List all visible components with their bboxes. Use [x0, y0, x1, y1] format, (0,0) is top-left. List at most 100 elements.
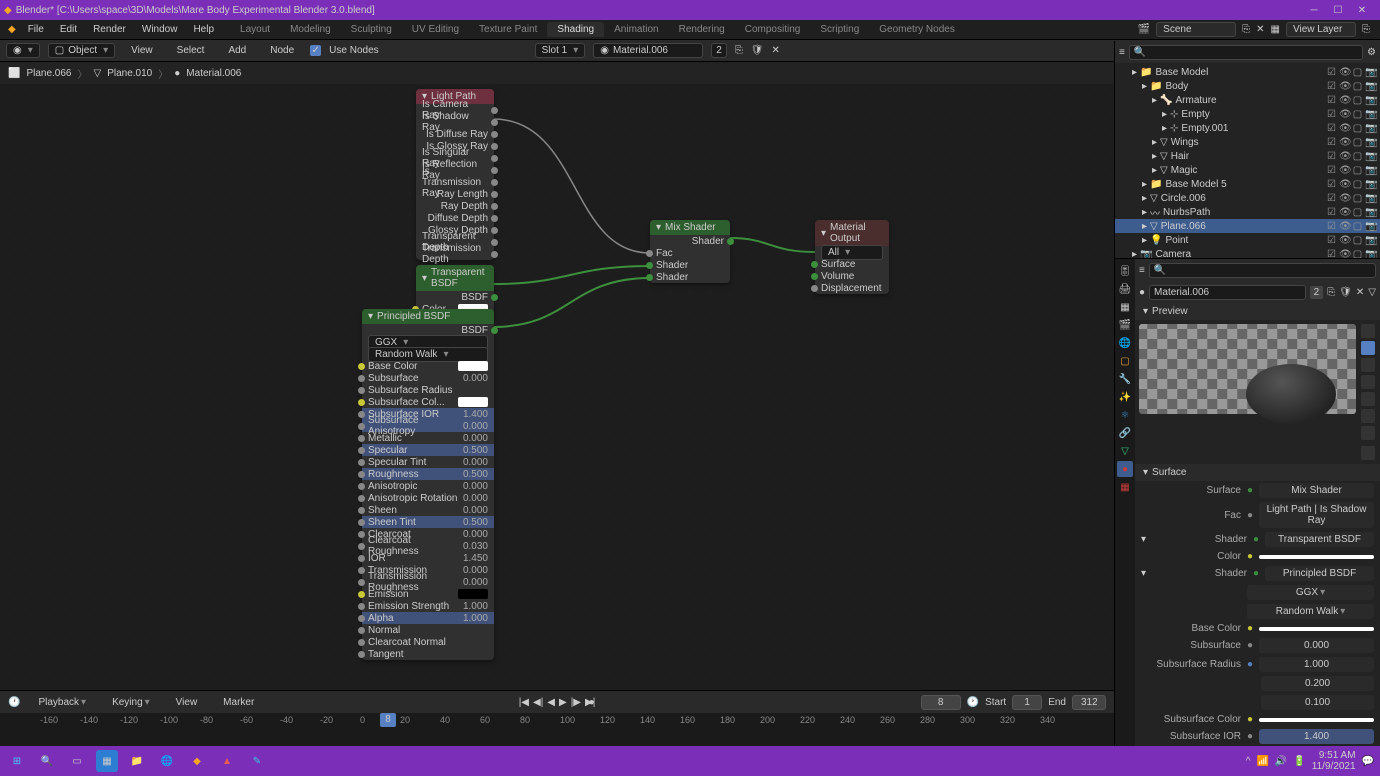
jump-end-icon[interactable]: ▶|: [585, 697, 595, 708]
timeline-playback[interactable]: Playback: [30, 695, 94, 710]
tree-row[interactable]: ▸〰NurbsPath☑👁▢📷: [1115, 205, 1380, 219]
jump-next-icon[interactable]: |▶: [571, 697, 581, 708]
radius-value[interactable]: 0.100: [1261, 695, 1374, 710]
tray-volume-icon[interactable]: 🔊: [1275, 756, 1287, 767]
tray-battery-icon[interactable]: 🔋: [1293, 756, 1305, 767]
bc-item1[interactable]: Plane.010: [107, 68, 152, 79]
param-row[interactable]: Subsurface Col...: [362, 396, 494, 408]
material-new-icon[interactable]: ⎘: [735, 45, 743, 56]
play-rev-icon[interactable]: ◀: [547, 697, 555, 708]
param-row[interactable]: Normal: [362, 624, 494, 636]
outliner-search[interactable]: 🔍: [1129, 45, 1363, 60]
tree-row[interactable]: ▸▽Magic☑👁▢📷: [1115, 163, 1380, 177]
search-icon[interactable]: 🔍: [36, 750, 58, 772]
ggx-dropdown[interactable]: GGX: [1247, 585, 1374, 600]
pv-hair[interactable]: [1361, 375, 1375, 389]
bc-item0[interactable]: Plane.066: [26, 68, 71, 79]
viewlayer-new-icon[interactable]: ⎘: [1362, 24, 1370, 35]
param-row[interactable]: Subsurface Radius: [362, 384, 494, 396]
color-value[interactable]: [1259, 555, 1374, 559]
mode-dropdown[interactable]: ▢ Object: [48, 43, 115, 58]
fake-user-icon[interactable]: 🛡: [1339, 287, 1352, 298]
shader-value[interactable]: Principled BSDF: [1265, 566, 1374, 581]
tree-row[interactable]: ▸▽Plane.066☑👁▢📷: [1115, 219, 1380, 233]
ws-uv[interactable]: UV Editing: [402, 22, 469, 37]
param-row[interactable]: Roughness0.500: [362, 468, 494, 480]
tree-row[interactable]: ▸▽Circle.006☑👁▢📷: [1115, 191, 1380, 205]
clock-date[interactable]: 11/9/2021: [1312, 761, 1356, 772]
pv-cloth[interactable]: [1361, 409, 1375, 423]
menu-edit[interactable]: Edit: [52, 22, 85, 37]
scene-delete-icon[interactable]: ✕: [1256, 24, 1264, 35]
material-dropdown[interactable]: ◉ Material.006: [593, 43, 703, 58]
jump-prev-icon[interactable]: ◀|: [533, 697, 543, 708]
clock-time[interactable]: 9:51 AM: [1312, 750, 1356, 761]
tab-object[interactable]: ▢: [1117, 353, 1133, 369]
tree-row[interactable]: ▸📁Base Model 5☑👁▢📷: [1115, 177, 1380, 191]
surface-value[interactable]: Mix Shader: [1259, 483, 1374, 498]
start-frame-input[interactable]: [1012, 695, 1042, 710]
tab-world[interactable]: 🌐: [1117, 335, 1133, 351]
subsurface-value[interactable]: 0.000: [1259, 638, 1374, 653]
tab-render[interactable]: 🎚: [1117, 263, 1133, 279]
ws-modeling[interactable]: Modeling: [280, 22, 341, 37]
tab-output[interactable]: 🖨: [1117, 281, 1133, 297]
scene-input[interactable]: [1156, 22, 1236, 37]
ws-shading[interactable]: Shading: [547, 22, 604, 37]
editor-type-dropdown[interactable]: ◉: [6, 43, 40, 58]
param-row[interactable]: Clearcoat Normal: [362, 636, 494, 648]
current-frame-input[interactable]: [921, 695, 961, 710]
timeline-ruler[interactable]: 8 -160-140-120-100-80-60-40-200204060801…: [0, 713, 1114, 733]
widgets-icon[interactable]: ▦: [96, 750, 118, 772]
tree-row[interactable]: ▸💡Point☑👁▢📷: [1115, 233, 1380, 247]
timeline-keying[interactable]: Keying: [104, 695, 158, 710]
tree-row[interactable]: ▸🦴Armature☑👁▢📷: [1115, 93, 1380, 107]
rw-dropdown[interactable]: Random Walk: [1247, 604, 1374, 619]
pv-flat[interactable]: [1361, 324, 1375, 338]
tree-row[interactable]: ▸📁Body☑👁▢📷: [1115, 79, 1380, 93]
preview-range-icon[interactable]: 🕐: [967, 697, 979, 708]
param-row[interactable]: Anisotropic0.000: [362, 480, 494, 492]
tree-row[interactable]: ▸⊹Empty.001☑👁▢📷: [1115, 121, 1380, 135]
viewlayer-input[interactable]: [1286, 22, 1356, 37]
param-row[interactable]: Transmission Roughness0.000: [362, 576, 494, 588]
bc-item2[interactable]: Material.006: [186, 68, 241, 79]
node-material-output[interactable]: ▾Material Output All Surface Volume Disp…: [815, 220, 889, 294]
ws-compositing[interactable]: Compositing: [735, 22, 811, 37]
end-frame-input[interactable]: [1072, 695, 1106, 710]
ws-geonodes[interactable]: Geometry Nodes: [869, 22, 965, 37]
minimize-button[interactable]: ─: [1308, 4, 1320, 16]
pv-shader[interactable]: [1361, 392, 1375, 406]
node-light-path[interactable]: ▾Light Path Is Camera Ray Is Shadow Ray …: [416, 89, 494, 260]
tab-data[interactable]: ▽: [1117, 443, 1133, 459]
material-users-badge[interactable]: 2: [1310, 286, 1324, 299]
param-row[interactable]: Base Color: [362, 360, 494, 372]
param-row[interactable]: Alpha1.000: [362, 612, 494, 624]
ws-sculpting[interactable]: Sculpting: [341, 22, 402, 37]
ws-layout[interactable]: Layout: [230, 22, 280, 37]
material-unlink-icon[interactable]: ✕: [772, 45, 780, 56]
material-fake-icon[interactable]: 🛡: [751, 45, 764, 56]
close-button[interactable]: ✕: [1356, 4, 1368, 16]
ws-texture[interactable]: Texture Paint: [469, 22, 547, 37]
timeline-marker[interactable]: Marker: [215, 695, 262, 710]
ws-rendering[interactable]: Rendering: [669, 22, 735, 37]
tree-row[interactable]: ▸📷Camera☑👁▢📷: [1115, 247, 1380, 259]
tray-up-icon[interactable]: ^: [1246, 756, 1251, 767]
pv-fluid[interactable]: [1361, 426, 1375, 440]
header-view[interactable]: View: [123, 43, 161, 58]
shader-value[interactable]: Transparent BSDF: [1265, 532, 1374, 547]
header-select[interactable]: Select: [169, 43, 213, 58]
param-row[interactable]: Subsurface0.000: [362, 372, 494, 384]
param-row[interactable]: Anisotropic Rotation0.000: [362, 492, 494, 504]
preview-section-header[interactable]: ▾ Preview: [1135, 303, 1380, 320]
param-row[interactable]: Sheen0.000: [362, 504, 494, 516]
taskview-icon[interactable]: ▭: [66, 750, 88, 772]
tree-row[interactable]: ▸▽Hair☑👁▢📷: [1115, 149, 1380, 163]
param-row[interactable]: Specular Tint0.000: [362, 456, 494, 468]
pv-world[interactable]: [1361, 446, 1375, 460]
app2-icon[interactable]: ✎: [246, 750, 268, 772]
props-type-icon[interactable]: ≡: [1139, 265, 1145, 276]
header-node[interactable]: Node: [262, 43, 302, 58]
param-row[interactable]: Sheen Tint0.500: [362, 516, 494, 528]
